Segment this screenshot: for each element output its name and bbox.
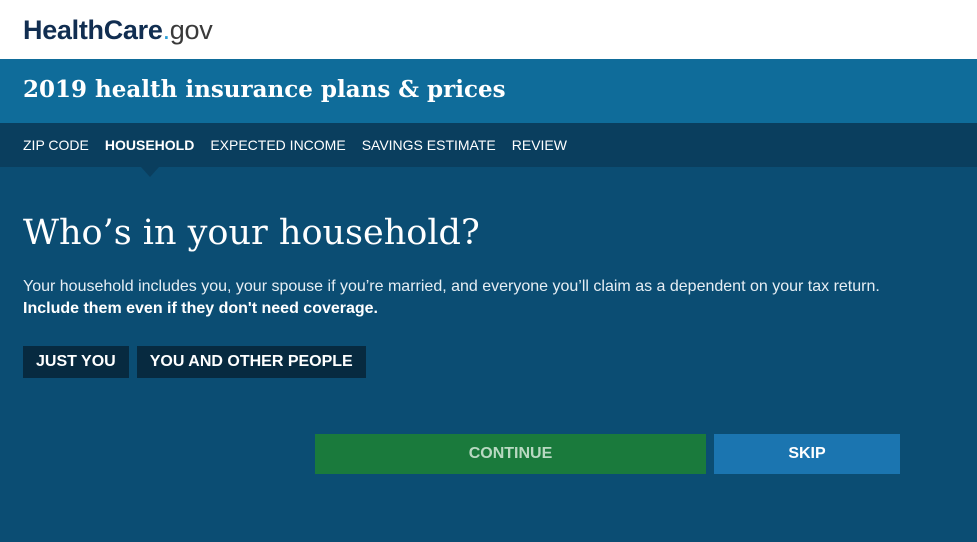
title-bar: 2019 health insurance plans & prices	[0, 59, 977, 123]
step-navigation: ZIP CODE HOUSEHOLD EXPECTED INCOME SAVIN…	[0, 123, 977, 177]
description-emphasis: Include them even if they don't need cov…	[23, 300, 378, 317]
step-zip-code[interactable]: ZIP CODE	[23, 123, 89, 167]
just-you-button[interactable]: JUST YOU	[23, 346, 129, 378]
logo-dot: .	[162, 15, 171, 45]
description-text: Your household includes you, your spouse…	[23, 278, 880, 295]
step-expected-income[interactable]: EXPECTED INCOME	[210, 123, 345, 167]
healthcare-gov-logo[interactable]: HealthCare.gov	[23, 15, 213, 45]
household-heading: Who’s in your household?	[23, 213, 480, 253]
you-and-other-people-button[interactable]: YOU AND OTHER PEOPLE	[136, 346, 366, 378]
step-household[interactable]: HOUSEHOLD	[105, 123, 194, 177]
main-content: Who’s in your household? Your household …	[0, 167, 977, 542]
household-choices: JUST YOU YOU AND OTHER PEOPLE	[23, 346, 374, 378]
logo-gov-text: gov	[169, 15, 213, 45]
logo-healthcare-text: HealthCare	[23, 15, 163, 45]
step-savings-estimate[interactable]: SAVINGS ESTIMATE	[362, 123, 496, 167]
continue-button[interactable]: CONTINUE	[315, 434, 706, 474]
household-description: Your household includes you, your spouse…	[23, 276, 953, 320]
step-review[interactable]: REVIEW	[512, 123, 567, 167]
top-bar: HealthCare.gov	[0, 0, 977, 59]
skip-button[interactable]: SKIP	[714, 434, 900, 474]
page-title: 2019 health insurance plans & prices	[23, 76, 506, 103]
